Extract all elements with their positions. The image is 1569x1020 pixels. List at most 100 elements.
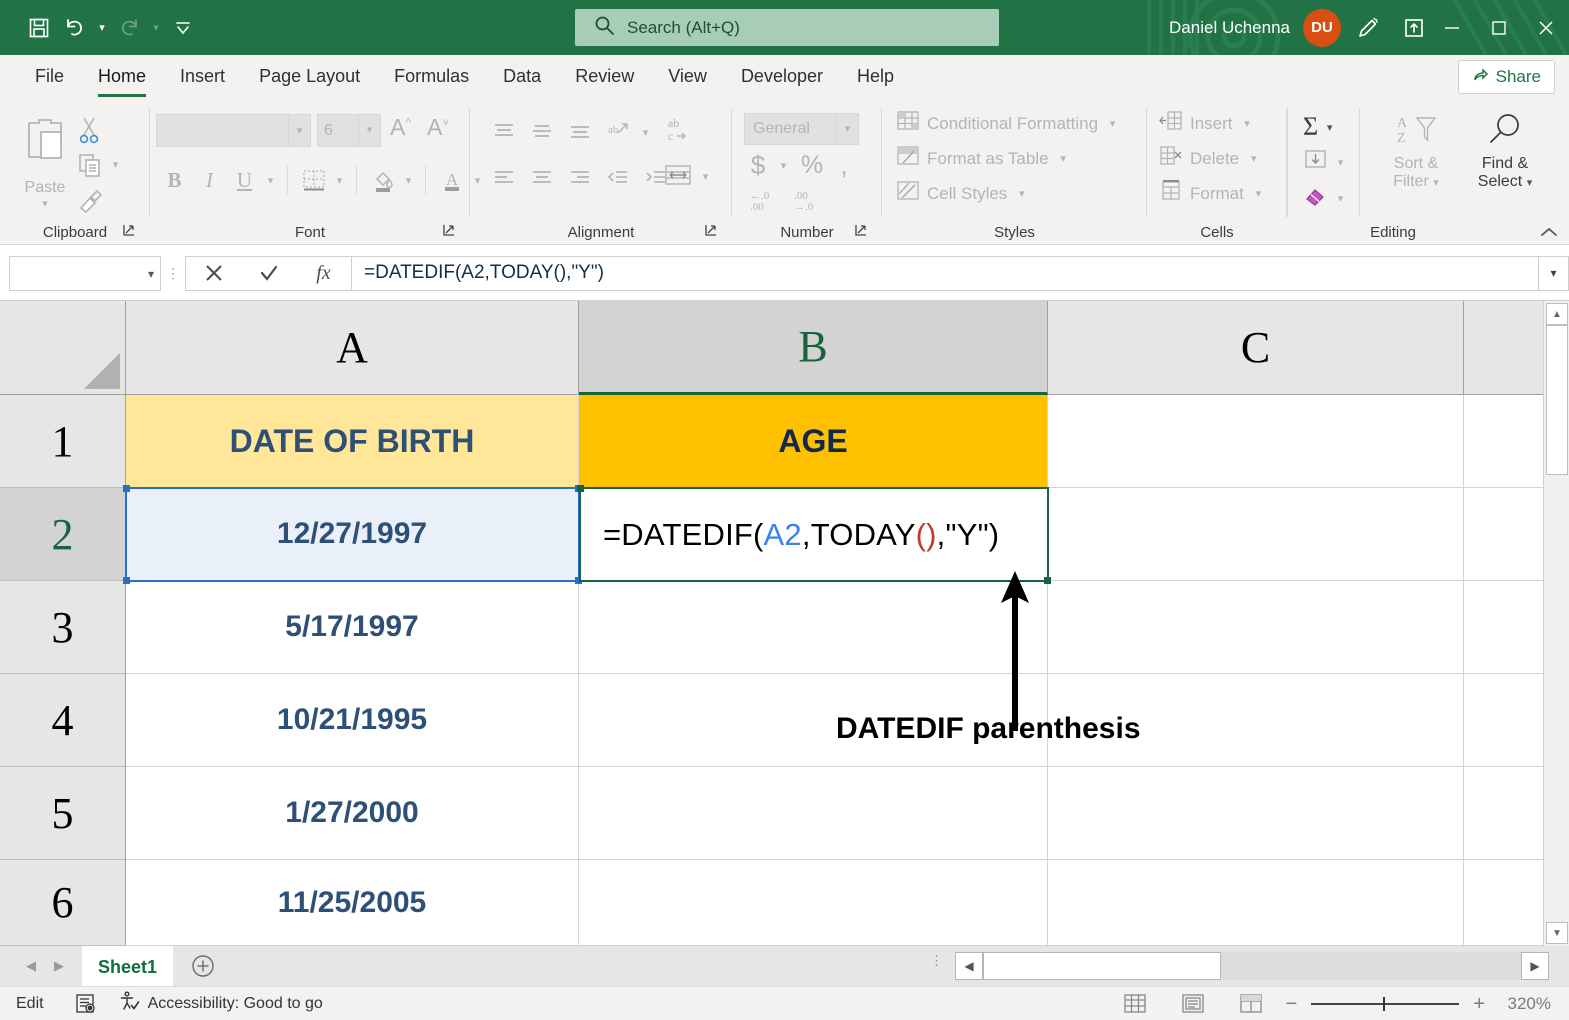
number-format-select[interactable]: General ▾ <box>744 113 859 145</box>
formula-input[interactable]: =DATEDIF(A2,TODAY(),"Y") <box>352 256 1539 291</box>
column-header-d-partial[interactable] <box>1464 301 1543 395</box>
tab-file[interactable]: File <box>18 55 81 100</box>
tab-formulas[interactable]: Formulas <box>377 55 486 100</box>
chevron-down-icon[interactable]: ▾ <box>1056 152 1071 165</box>
row-header-2[interactable]: 2 <box>0 488 126 581</box>
cell-styles-button[interactable]: Cell Styles ▾ <box>896 180 1029 207</box>
search-box[interactable]: Search (Alt+Q) <box>575 9 999 46</box>
edit-handle[interactable] <box>577 485 584 492</box>
sheet-bar-splitter[interactable]: ⋮ <box>930 954 943 967</box>
tab-page-layout[interactable]: Page Layout <box>242 55 377 100</box>
fill-color-dropdown-icon[interactable]: ▾ <box>401 174 416 187</box>
cell-D3[interactable] <box>1464 581 1543 674</box>
select-all-corner[interactable] <box>0 301 126 395</box>
chevron-down-icon[interactable]: ▾ <box>1240 117 1255 130</box>
row-header-1[interactable]: 1 <box>0 395 126 488</box>
font-name-input[interactable]: ▾ <box>156 114 311 147</box>
customize-qat-icon[interactable] <box>166 11 200 45</box>
orientation-dropdown-icon[interactable]: ▾ <box>638 126 653 139</box>
save-icon[interactable] <box>22 11 56 45</box>
horizontal-scrollbar[interactable]: ◀ ▶ <box>955 952 1549 980</box>
enter-formula-button[interactable] <box>241 257 296 290</box>
tab-help[interactable]: Help <box>840 55 911 100</box>
paste-button[interactable]: Paste ▾ <box>14 114 76 210</box>
decrease-indent-button[interactable] <box>600 160 635 196</box>
name-box[interactable]: ▾ <box>9 256 161 291</box>
vertical-scrollbar-thumb[interactable] <box>1546 325 1568 475</box>
chevron-down-icon[interactable]: ▾ <box>1433 177 1439 189</box>
cell-C3[interactable] <box>1048 581 1464 674</box>
undo-icon[interactable] <box>58 11 92 45</box>
normal-view-button[interactable] <box>1106 987 1164 1020</box>
cell-B3[interactable] <box>579 581 1048 674</box>
column-header-a[interactable]: A <box>126 301 579 395</box>
zoom-out-button[interactable]: − <box>1286 993 1298 1016</box>
underline-dropdown-icon[interactable]: ▾ <box>263 174 278 187</box>
insert-function-button[interactable]: fx <box>296 257 351 290</box>
add-sheet-button[interactable] <box>187 950 219 982</box>
cell-C5[interactable] <box>1048 767 1464 860</box>
scroll-up-button[interactable]: ▲ <box>1546 303 1568 325</box>
accounting-dropdown-icon[interactable]: ▾ <box>776 159 791 172</box>
zoom-slider[interactable] <box>1311 1003 1459 1005</box>
chevron-down-icon[interactable]: ▾ <box>148 267 154 281</box>
cell-A6[interactable]: 11/25/2005 <box>126 860 579 946</box>
increase-font-size-button[interactable]: A^ <box>390 114 411 141</box>
accessibility-status[interactable]: Accessibility: Good to go <box>118 990 323 1017</box>
cell-D6[interactable] <box>1464 860 1543 946</box>
redo-icon[interactable] <box>112 11 146 45</box>
collapse-ribbon-button[interactable] <box>1539 225 1559 243</box>
copy-button[interactable]: ▾ <box>76 147 123 182</box>
tab-data[interactable]: Data <box>486 55 558 100</box>
zoom-in-button[interactable]: + <box>1473 993 1485 1016</box>
scroll-down-button[interactable]: ▼ <box>1546 922 1568 944</box>
tab-view[interactable]: View <box>651 55 724 100</box>
chevron-down-icon[interactable]: ▾ <box>1246 152 1261 165</box>
cell-A2[interactable]: 12/27/1997 <box>126 488 579 581</box>
sheet-tab-sheet1[interactable]: Sheet1 <box>82 946 173 986</box>
clipboard-dialog-launcher[interactable] <box>122 223 136 240</box>
copy-dropdown-icon[interactable]: ▾ <box>108 158 123 171</box>
cell-A4[interactable]: 10/21/1995 <box>126 674 579 767</box>
number-dialog-launcher[interactable] <box>854 223 868 240</box>
previous-sheet-button[interactable]: ◀ <box>26 958 36 974</box>
percent-format-button[interactable]: % <box>797 151 827 180</box>
cell-D5[interactable] <box>1464 767 1543 860</box>
tab-developer[interactable]: Developer <box>724 55 840 100</box>
row-header-3[interactable]: 3 <box>0 581 126 674</box>
cell-D2[interactable] <box>1464 488 1543 581</box>
undo-dropdown-icon[interactable]: ▾ <box>94 13 110 43</box>
conditional-formatting-button[interactable]: Conditional Formatting ▾ <box>896 110 1120 137</box>
minimize-button[interactable] <box>1428 0 1475 55</box>
redo-dropdown-icon[interactable]: ▾ <box>148 13 164 43</box>
pen-draw-icon[interactable] <box>1348 8 1388 48</box>
horizontal-scrollbar-thumb[interactable] <box>983 952 1221 980</box>
cell-editor-b2[interactable]: =DATEDIF(A2,TODAY(),"Y") <box>579 487 1049 582</box>
merge-and-center-button[interactable] <box>660 158 695 194</box>
share-button[interactable]: Share <box>1458 60 1555 94</box>
formula-bar-grip[interactable]: ⋮ <box>161 266 185 280</box>
cell-B5[interactable] <box>579 767 1048 860</box>
sort-and-filter-button[interactable]: A Z Sort & Filter ▾ <box>1375 112 1457 191</box>
expand-formula-bar-button[interactable]: ▾ <box>1539 256 1569 291</box>
comma-format-button[interactable]: , <box>833 150 855 181</box>
chevron-down-icon[interactable]: ▾ <box>1333 192 1348 205</box>
scroll-left-button[interactable]: ◀ <box>955 952 983 980</box>
find-and-select-button[interactable]: Find & Select ▾ <box>1459 112 1551 191</box>
column-header-b[interactable]: B <box>579 301 1048 395</box>
tab-insert[interactable]: Insert <box>163 55 242 100</box>
account-area[interactable]: Daniel Uchenna DU <box>1169 0 1341 55</box>
chevron-down-icon[interactable]: ▾ <box>1251 187 1266 200</box>
align-bottom-button[interactable] <box>562 114 597 150</box>
chevron-down-icon[interactable]: ▾ <box>358 115 380 146</box>
cell-B6[interactable] <box>579 860 1048 946</box>
vertical-scrollbar[interactable]: ▲ ▼ <box>1543 301 1569 946</box>
avatar[interactable]: DU <box>1303 9 1341 47</box>
maximize-button[interactable] <box>1475 0 1522 55</box>
fill-color-button[interactable] <box>366 162 399 198</box>
tab-home[interactable]: Home <box>81 55 163 100</box>
cell-D4[interactable] <box>1464 674 1543 767</box>
chevron-down-icon[interactable]: ▾ <box>836 114 858 144</box>
cell-B1[interactable]: AGE <box>579 395 1048 488</box>
orientation-button[interactable]: ab <box>600 114 635 150</box>
